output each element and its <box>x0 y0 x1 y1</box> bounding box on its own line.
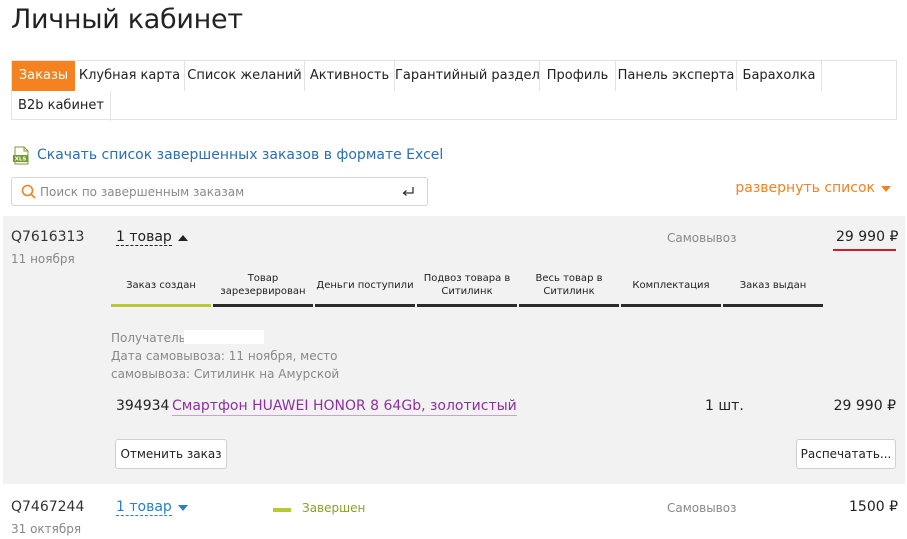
pickup-place-line: самовывоза: Ситилинк на Амурской <box>111 367 340 381</box>
step-order-created: Заказ создан <box>126 279 196 291</box>
tab-activity[interactable]: Активность <box>305 61 395 91</box>
progress-segment <box>519 304 619 307</box>
progress-segment <box>723 304 823 307</box>
tab-b2b[interactable]: B2b кабинет <box>12 91 111 121</box>
chevron-up-icon <box>177 234 188 241</box>
page-title: Личный кабинет <box>11 4 243 35</box>
tab-warranty[interactable]: Гарантийный раздел <box>395 61 540 91</box>
step-picking: Комплектация <box>632 279 710 291</box>
order-total-value: 29 990 <box>836 229 885 245</box>
tab-profile[interactable]: Профиль <box>540 61 616 91</box>
currency-symbol: ₽ <box>889 499 899 515</box>
delivery-method: Самовывоз <box>667 231 737 245</box>
step-delivery-to-store: Подвоз товара в Ситилинк <box>423 273 511 297</box>
progress-segment <box>111 304 211 307</box>
price-underline <box>833 249 896 251</box>
order-date: 11 ноября <box>11 252 75 266</box>
currency-symbol: ₽ <box>889 229 899 245</box>
progress-segment <box>213 304 313 307</box>
xls-file-icon: XLS <box>12 146 31 165</box>
order-number[interactable]: Q7467244 <box>11 499 84 515</box>
order-number[interactable]: Q7616313 <box>11 229 84 245</box>
tab-club-card[interactable]: Клубная карта <box>75 61 185 91</box>
download-excel-link[interactable]: XLS Скачать список завершенных заказов в… <box>12 145 443 165</box>
progress-segment <box>417 304 517 307</box>
enter-icon[interactable] <box>401 184 415 198</box>
order-date: 31 октября <box>11 522 82 536</box>
product-price-value: 29 990 <box>833 398 883 414</box>
step-all-in-store: Весь товар в Ситилинк <box>535 273 603 297</box>
recipient-value-redacted <box>184 330 264 344</box>
status-indicator <box>273 508 291 512</box>
product-link[interactable]: Смартфон HUAWEI HONOR 8 64Gb, золотистый <box>172 398 517 416</box>
tab-expert-panel[interactable]: Панель эксперта <box>616 61 737 91</box>
order-items-toggle[interactable]: 1 товар <box>116 499 188 516</box>
order-items-label: 1 товар <box>116 499 172 516</box>
order-items-toggle[interactable]: 1 товар <box>116 229 188 246</box>
order-items-label: 1 товар <box>116 229 172 246</box>
chevron-down-icon <box>177 504 188 511</box>
cancel-order-button[interactable]: Отменить заказ <box>115 439 227 469</box>
delivery-method: Самовывоз <box>667 501 737 515</box>
step-reserved: Товар зарезервирован <box>220 273 306 297</box>
step-issued: Заказ выдан <box>739 279 807 291</box>
tab-wishlist[interactable]: Список желаний <box>185 61 305 91</box>
progress-segment <box>315 304 415 307</box>
print-order-button[interactable]: Распечатать... <box>796 439 896 469</box>
order-total-value: 1500 <box>849 499 885 515</box>
recipient-label: Получатель: <box>111 331 190 345</box>
product-sku: 394934 <box>116 398 170 414</box>
tab-flea-market[interactable]: Барахолка <box>737 61 822 91</box>
step-payment-received: Деньги поступили <box>316 279 414 291</box>
expand-list-link[interactable]: развернуть список <box>735 180 891 196</box>
download-excel-label: Скачать список завершенных заказов в фор… <box>37 147 444 163</box>
search-icon <box>20 183 38 201</box>
order-total: 29 990 ₽ <box>836 229 898 245</box>
currency-symbol: ₽ <box>887 398 896 414</box>
order-status: Завершен <box>302 501 366 515</box>
progress-segment <box>621 304 721 307</box>
chevron-down-icon <box>881 185 891 192</box>
search-field <box>11 177 428 206</box>
expand-list-label: развернуть список <box>735 180 875 196</box>
order-total: 1500 ₽ <box>849 499 898 515</box>
product-price: 29 990 ₽ <box>834 398 896 414</box>
product-quantity: 1 шт. <box>705 398 744 414</box>
search-input[interactable] <box>40 181 390 202</box>
tab-orders[interactable]: Заказы <box>12 61 75 91</box>
pickup-date-line: Дата самовывоза: 11 ноября, место <box>111 349 338 363</box>
svg-text:XLS: XLS <box>15 156 27 162</box>
tabs-bar: Заказы Клубная карта Список желаний Акти… <box>11 60 897 121</box>
